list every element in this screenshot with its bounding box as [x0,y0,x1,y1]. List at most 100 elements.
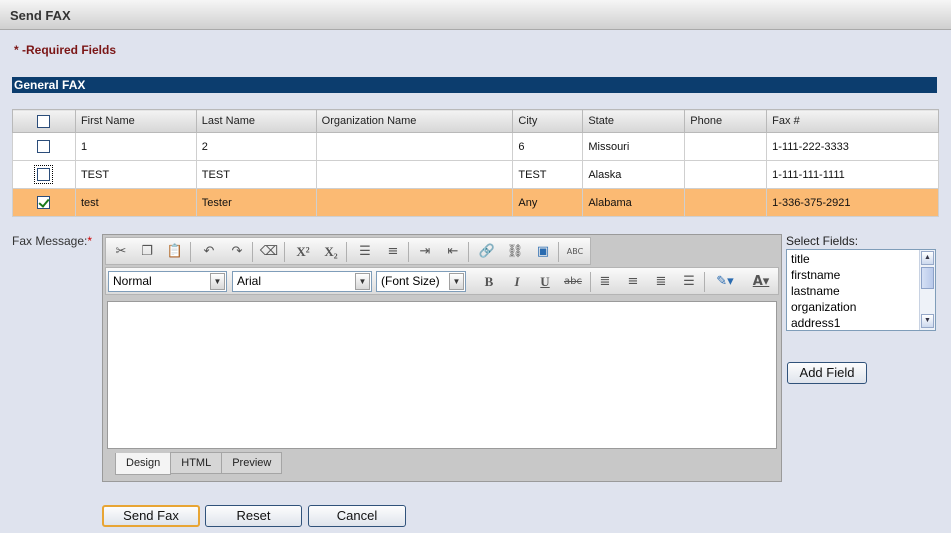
fax-cell: 1-111-111-1111 [766,160,939,189]
send-fax-dialog: Send FAX * -Required Fields General FAX … [0,0,951,533]
list-item[interactable]: title [791,251,931,267]
organization-cell [315,132,514,161]
unlink-icon[interactable]: ⛓ [504,241,526,263]
select-fields-label: Select Fields: [786,234,859,248]
font-select[interactable]: Arial ▼ [232,271,372,292]
column-header[interactable]: City [512,109,584,133]
list-item[interactable]: lastname [791,283,931,299]
table-row[interactable]: test Tester Any Alabama 1-336-375-2921 [12,188,939,217]
bold-icon[interactable]: B [478,271,500,293]
editor-toolbar-bottom: Normal ▼ Arial ▼ (Font Size) ▼ B I U abc… [105,267,779,295]
subscript-icon[interactable]: X₂ [320,241,342,263]
table-header-row: First Name Last Name Organization Name C… [12,109,939,133]
redo-icon[interactable]: ↷ [226,241,248,263]
scroll-down-icon[interactable]: ▼ [921,314,934,328]
image-icon[interactable]: ▣ [532,241,554,263]
select-fields-listbox[interactable]: title firstname lastname organization ad… [786,249,936,331]
column-header[interactable]: Organization Name [315,109,514,133]
scroll-thumb[interactable] [921,267,934,289]
required-fields-note: * -Required Fields [14,43,117,57]
dialog-title: Send FAX [0,0,951,30]
underline-icon[interactable]: U [534,271,556,293]
copy-icon[interactable]: ❐ [136,241,158,263]
column-header[interactable]: Fax # [766,109,939,133]
rich-text-editor: ✂ ❐ 📋 ↶ ↷ ⌫ X² X₂ ☰ ≡ ⇥ ⇤ 🔗 ⛓ ▣ ABC Norm… [102,234,782,482]
spellcheck-icon[interactable]: ABC [564,241,586,263]
state-cell: Missouri [582,132,686,161]
organization-cell [315,188,514,217]
align-left-icon[interactable]: ≣ [594,271,616,293]
ordered-list-icon[interactable]: ☰ [354,241,376,263]
font-size-select-value: (Font Size) [381,274,440,288]
row-checkbox[interactable] [37,196,50,209]
paste-icon[interactable]: 📋 [164,241,186,263]
select-all-header[interactable] [12,109,76,133]
indent-icon[interactable]: ⇥ [414,241,436,263]
fax-message-label-text: Fax Message: [12,234,88,248]
italic-icon[interactable]: I [506,271,528,293]
editor-content-area[interactable] [107,301,777,449]
cancel-button[interactable]: Cancel [308,505,406,527]
chevron-down-icon: ▼ [355,273,370,290]
tab-preview[interactable]: Preview [221,452,283,474]
last-name-cell: TEST [195,160,317,189]
recipients-table: First Name Last Name Organization Name C… [12,109,939,217]
scroll-up-icon[interactable]: ▲ [921,251,934,265]
phone-cell [684,188,768,217]
align-center-icon[interactable]: ≡ [622,271,644,293]
link-icon[interactable]: 🔗 [476,241,498,263]
table-row[interactable]: TEST TEST TEST Alaska 1-111-111-1111 [12,160,939,189]
section-header: General FAX [12,77,937,93]
font-size-select[interactable]: (Font Size) ▼ [376,271,466,292]
last-name-cell: 2 [195,132,317,161]
highlight-color-icon[interactable]: ✎▾ [710,271,740,293]
column-header[interactable]: State [582,109,686,133]
font-color-icon[interactable]: A▾ [746,271,776,293]
justify-icon[interactable]: ☰ [678,271,700,293]
editor-toolbar-top: ✂ ❐ 📋 ↶ ↷ ⌫ X² X₂ ☰ ≡ ⇥ ⇤ 🔗 ⛓ ▣ ABC [105,237,591,265]
outdent-icon[interactable]: ⇤ [442,241,464,263]
select-all-checkbox[interactable] [37,114,50,128]
phone-cell [684,160,768,189]
editor-mode-tabs: Design HTML Preview [115,452,283,475]
row-select-cell[interactable] [12,132,76,161]
city-cell: TEST [512,160,584,189]
city-cell: Any [512,188,584,217]
column-header[interactable]: First Name [74,109,197,133]
list-item[interactable]: address1 [791,315,931,330]
send-fax-button[interactable]: Send Fax [102,505,200,527]
align-right-icon[interactable]: ≣ [650,271,672,293]
font-select-value: Arial [237,274,262,288]
required-mark: * [87,234,93,248]
reset-button[interactable]: Reset [205,505,302,527]
column-header[interactable]: Last Name [195,109,317,133]
superscript-icon[interactable]: X² [292,241,314,263]
strikethrough-icon[interactable]: abc [562,271,584,293]
organization-cell [315,160,514,189]
cut-icon[interactable]: ✂ [110,241,132,263]
listbox-scrollbar[interactable]: ▲ ▼ [919,250,935,330]
unordered-list-icon[interactable]: ≡ [382,241,404,263]
first-name-cell: test [74,188,197,217]
undo-icon[interactable]: ↶ [198,241,220,263]
format-select-value: Normal [113,274,152,288]
add-field-button[interactable]: Add Field [787,362,867,384]
row-select-cell[interactable] [12,188,76,217]
eraser-icon[interactable]: ⌫ [258,241,280,263]
column-header[interactable]: Phone [684,109,768,133]
table-row[interactable]: 1 2 6 Missouri 1-111-222-3333 [12,132,939,161]
tab-html[interactable]: HTML [170,452,223,474]
list-item[interactable]: firstname [791,267,931,283]
state-cell: Alaska [582,160,686,189]
tab-design[interactable]: Design [115,453,172,475]
state-cell: Alabama [582,188,686,217]
row-checkbox[interactable] [34,165,53,184]
chevron-down-icon: ▼ [449,273,464,290]
format-select[interactable]: Normal ▼ [108,271,227,292]
city-cell: 6 [512,132,584,161]
row-select-cell[interactable] [12,160,76,189]
list-item[interactable]: organization [791,299,931,315]
chevron-down-icon: ▼ [210,273,225,290]
fax-cell: 1-111-222-3333 [766,132,939,161]
row-checkbox[interactable] [37,140,50,153]
